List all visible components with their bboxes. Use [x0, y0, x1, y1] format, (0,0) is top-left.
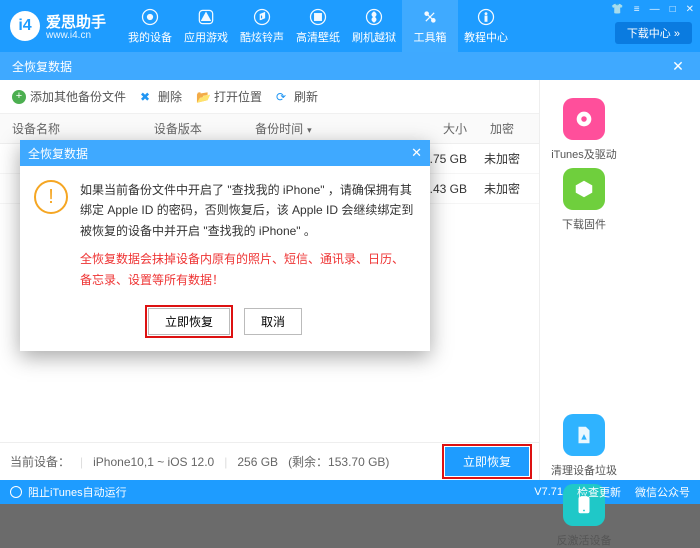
col-size[interactable]: 大小 — [397, 120, 467, 137]
bottom-bar: 当前设备： | iPhone10,1 ~ iOS 12.0 | 256 GB (… — [0, 442, 539, 480]
nav-tab-label: 酷炫铃声 — [240, 29, 284, 45]
nav-tab-label: 我的设备 — [128, 29, 172, 45]
menu-icon[interactable]: ≡ — [634, 4, 640, 15]
logo-badge-icon: i4 — [10, 11, 40, 41]
nav-tab-0[interactable]: 我的设备 — [122, 0, 178, 52]
col-time[interactable]: 备份时间 ▾ — [255, 120, 397, 137]
tile-icon — [563, 98, 605, 140]
nav-tab-5[interactable]: 工具箱 — [402, 0, 458, 52]
titlebar: i4 爱思助手 www.i4.cn 我的设备应用游戏酷炫铃声高清壁纸刷机越狱 工具… — [0, 0, 700, 52]
nav-tab-6[interactable]: 教程中心 — [458, 0, 514, 52]
cell-encrypted: 未加密 — [477, 150, 527, 167]
nav-tab-1[interactable]: 应用游戏 — [178, 0, 234, 52]
status-circle-icon — [10, 486, 22, 498]
device-storage: 256 GB — [237, 455, 278, 469]
version-label: V7.71 — [534, 486, 563, 498]
col-version[interactable]: 设备版本 — [154, 120, 255, 137]
modal-header: 全恢复数据 ✕ — [20, 140, 430, 166]
app-site: www.i4.cn — [46, 30, 106, 41]
device-remaining: (剩余：153.70 GB) — [288, 453, 389, 470]
minimize-icon[interactable]: — — [650, 4, 660, 15]
maximize-icon[interactable]: □ — [670, 4, 676, 15]
restore-now-button[interactable]: 立即恢复 — [445, 447, 529, 476]
app-logo: i4 爱思助手 www.i4.cn — [0, 11, 116, 41]
nav-tab-4[interactable]: 刷机越狱 — [346, 0, 402, 52]
nav-tabs: 我的设备应用游戏酷炫铃声高清壁纸刷机越狱 工具箱 教程中心 — [122, 0, 514, 52]
refresh-label: 刷新 — [294, 88, 318, 105]
subheader: 全恢复数据 ✕ — [0, 52, 700, 80]
app-window: i4 爱思助手 www.i4.cn 我的设备应用游戏酷炫铃声高清壁纸刷机越狱 工具… — [0, 0, 700, 504]
nav-tab-label: 教程中心 — [464, 29, 508, 45]
tile-icon — [563, 168, 605, 210]
check-update-button[interactable]: 检查更新 — [577, 484, 621, 500]
modal-text: 如果当前备份文件中开启了 "查找我的 iPhone" ，请确保拥有其绑定 App… — [80, 180, 414, 290]
skin-icon[interactable]: 👕 — [611, 4, 623, 15]
warning-icon: ! — [34, 180, 68, 214]
tile-label: 清理设备垃圾 — [551, 462, 617, 478]
delete-label: 删除 — [158, 88, 182, 105]
open-location-button[interactable]: 📂 打开位置 — [196, 88, 262, 105]
nav-tab-label: 刷机越狱 — [352, 29, 396, 45]
nav-tab-label: 应用游戏 — [184, 29, 228, 45]
delete-icon: ✖ — [140, 90, 154, 104]
subheader-title: 全恢复数据 — [12, 58, 72, 75]
open-location-label: 打开位置 — [214, 88, 262, 105]
cell-encrypted: 未加密 — [477, 180, 527, 197]
nav-tab-2[interactable]: 酷炫铃声 — [234, 0, 290, 52]
modal-warning: 全恢复数据会抹掉设备内原有的照片、短信、通讯录、日历、备忘录、设置等所有数据！ — [80, 249, 414, 290]
nav-tab-3[interactable]: 高清壁纸 — [290, 0, 346, 52]
tile-label: 反激活设备 — [557, 532, 612, 548]
download-center-button[interactable]: 下载中心 » — [615, 22, 692, 44]
confirm-modal: 全恢复数据 ✕ ! 如果当前备份文件中开启了 "查找我的 iPhone" ，请确… — [20, 140, 430, 351]
modal-message: 如果当前备份文件中开启了 "查找我的 iPhone" ，请确保拥有其绑定 App… — [80, 180, 414, 241]
toolbar: + 添加其他备份文件 ✖ 删除 📂 打开位置 ⟳ 刷新 — [0, 80, 539, 114]
close-icon[interactable]: ✕ — [686, 4, 694, 15]
modal-cancel-button[interactable]: 取消 — [244, 308, 302, 335]
modal-body: ! 如果当前备份文件中开启了 "查找我的 iPhone" ，请确保拥有其绑定 A… — [20, 166, 430, 304]
tile-label: 下载固件 — [562, 216, 606, 232]
current-device-label: 当前设备： — [10, 453, 70, 470]
subheader-close-icon[interactable]: ✕ — [668, 56, 688, 76]
modal-ok-button[interactable]: 立即恢复 — [148, 308, 230, 335]
delete-button[interactable]: ✖ 删除 — [140, 88, 182, 105]
app-name: 爱思助手 — [46, 14, 106, 31]
window-controls: 👕 ≡ — □ ✕ — [611, 4, 694, 15]
add-backup-button[interactable]: + 添加其他备份文件 — [12, 88, 126, 105]
refresh-icon: ⟳ — [276, 90, 290, 104]
modal-title: 全恢复数据 — [28, 145, 88, 162]
right-panel: iTunes及驱动下载固件清理设备垃圾反激活设备 — [540, 80, 700, 480]
status-left[interactable]: 阻止iTunes自动运行 — [10, 484, 127, 500]
col-name[interactable]: 设备名称 — [12, 120, 154, 137]
col-encrypted[interactable]: 加密 — [477, 120, 527, 137]
block-itunes-label: 阻止iTunes自动运行 — [28, 484, 127, 500]
tool-tile[interactable]: 清理设备垃圾 — [548, 414, 620, 478]
add-backup-label: 添加其他备份文件 — [30, 88, 126, 105]
tool-tile[interactable]: 下载固件 — [548, 168, 620, 232]
tile-label: iTunes及驱动 — [551, 146, 617, 162]
folder-icon: 📂 — [196, 90, 210, 104]
col-time-label: 备份时间 — [255, 122, 303, 136]
sort-desc-icon: ▾ — [307, 125, 312, 135]
modal-actions: 立即恢复 取消 — [20, 304, 430, 351]
plus-icon: + — [12, 90, 26, 104]
nav-tab-label: 高清壁纸 — [296, 29, 340, 45]
device-model: iPhone10,1 ~ iOS 12.0 — [93, 455, 214, 469]
tool-tile[interactable]: iTunes及驱动 — [548, 98, 620, 162]
tile-icon — [563, 414, 605, 456]
nav-tab-label: 工具箱 — [414, 29, 447, 45]
refresh-button[interactable]: ⟳ 刷新 — [276, 88, 318, 105]
modal-close-icon[interactable]: ✕ — [411, 145, 422, 161]
wechat-button[interactable]: 微信公众号 — [635, 484, 690, 500]
